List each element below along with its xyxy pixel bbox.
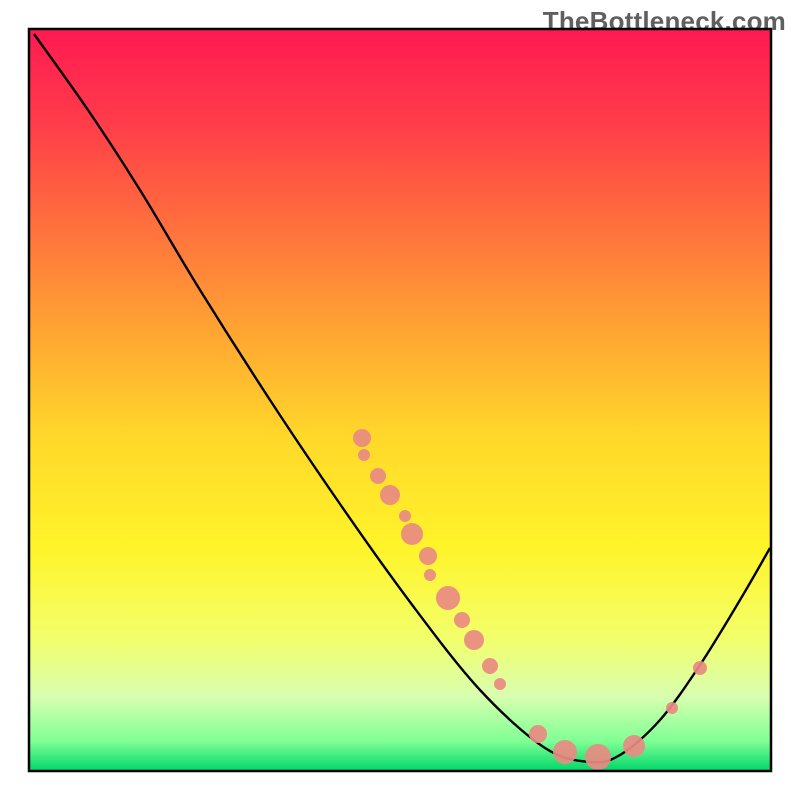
data-dot	[358, 449, 370, 461]
bottleneck-chart	[0, 0, 800, 800]
data-dot	[464, 630, 484, 650]
gradient-background	[29, 29, 771, 771]
data-dot	[585, 744, 611, 770]
data-dot	[401, 523, 423, 545]
chart-stage: TheBottleneck.com	[0, 0, 800, 800]
data-dot	[454, 612, 470, 628]
data-dot	[353, 429, 371, 447]
data-dot	[482, 658, 498, 674]
data-dot	[494, 678, 506, 690]
data-dot	[693, 661, 707, 675]
data-dot	[424, 569, 436, 581]
data-dot	[529, 725, 547, 743]
data-dot	[419, 547, 437, 565]
data-dot	[399, 510, 411, 522]
data-dot	[553, 740, 577, 764]
data-dot	[666, 702, 678, 714]
data-dot	[380, 485, 400, 505]
data-dot	[436, 586, 460, 610]
data-dot	[623, 735, 645, 757]
data-dot	[370, 468, 386, 484]
